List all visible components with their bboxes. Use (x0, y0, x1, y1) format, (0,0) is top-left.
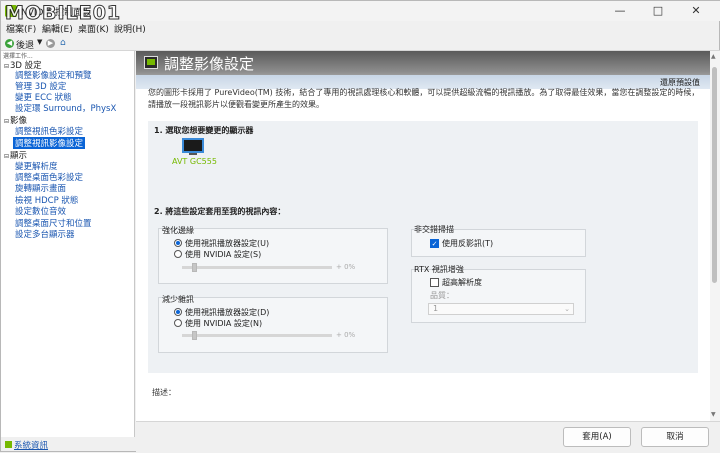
description-label: 描述： (152, 388, 176, 397)
tree-item[interactable]: 設定環 Surround，PhysX (15, 102, 116, 114)
menu-bar: 檔案(F) 編輯(E) 桌面(K) 說明(H) (1, 21, 720, 35)
noise-slider-thumb[interactable] (192, 331, 197, 340)
quality-label: 品質： (430, 291, 454, 300)
chevron-down-icon[interactable]: ⌄ (564, 304, 570, 314)
inverse-telecine-checkbox[interactable]: ✓ (430, 239, 439, 248)
noise-player-radio[interactable] (174, 308, 182, 316)
noise-player-option[interactable]: 使用視訊播放器設定(D) (185, 307, 269, 318)
tree-item[interactable]: 設定數位音效 (15, 205, 66, 217)
super-resolution-label[interactable]: 超高解析度 (442, 277, 482, 288)
forward-arrow-icon[interactable]: ▶ (46, 39, 55, 48)
quality-dropdown[interactable]: 1 ⌄ (428, 303, 574, 315)
home-icon[interactable]: ⌂ (60, 38, 70, 48)
deinterlace-label: 非交錯掃描 (414, 225, 454, 234)
toolbar: ◀ 後退 ▼ ▶ ⌂ (1, 35, 720, 51)
scroll-up-icon[interactable]: ▲ (711, 53, 716, 60)
page-description: 您的圖形卡採用了 PureVideo(TM) 技術，結合了專用的視訊處理核心和軟… (148, 88, 700, 109)
app-window: NVIDIA 控制面板 MOBILE01 — □ ✕ 檔案(F) 編輯(E) 桌… (0, 0, 720, 453)
menu-file[interactable]: 檔案(F) (6, 22, 36, 35)
page-title: 調整影像設定 (164, 55, 255, 73)
maximize-button[interactable]: □ (641, 1, 675, 21)
tree-item[interactable]: 調整視訊色彩設定 (15, 125, 83, 137)
close-button[interactable]: ✕ (679, 1, 713, 21)
back-arrow-icon[interactable]: ◀ (5, 39, 14, 48)
menu-help[interactable]: 說明(H) (114, 22, 146, 35)
monitor-stand (189, 153, 197, 155)
menu-desktop[interactable]: 桌面(K) (78, 22, 109, 35)
edge-nvidia-option[interactable]: 使用 NVIDIA 設定(S) (185, 249, 261, 260)
back-button[interactable]: 後退 (16, 38, 34, 51)
tree-item[interactable]: 旋轉顯示畫面 (15, 182, 66, 194)
noise-slider-track[interactable] (182, 334, 332, 337)
edge-slider-thumb[interactable] (192, 263, 197, 272)
tree-item[interactable]: 設定多台顯示器 (15, 228, 75, 240)
footer-bar: 套用(A) 取消 (136, 421, 720, 453)
edge-player-radio[interactable] (174, 239, 182, 247)
noise-slider-value: + 0% (336, 331, 356, 339)
edge-nvidia-radio[interactable] (174, 250, 182, 258)
monitor-name[interactable]: AVT GC555 (172, 157, 217, 166)
cancel-button[interactable]: 取消 (641, 427, 709, 447)
edge-enhancement-label: 強化邊緣 (162, 226, 194, 235)
noise-nvidia-radio[interactable] (174, 319, 182, 327)
tree-item-selected[interactable]: 調整視訊影像設定 (13, 137, 86, 149)
noise-reduction-label: 減少雜訊 (162, 295, 194, 304)
minimize-button[interactable]: — (603, 1, 637, 21)
task-tree: 選擇工作... ⊟3D 設定 調整影像設定和預覽 管理 3D 設定 變更 ECC… (1, 51, 135, 437)
rtx-enhancement-label: RTX 視訊增強 (414, 265, 464, 274)
system-info-icon (5, 441, 12, 448)
title-bar: NVIDIA 控制面板 MOBILE01 — □ ✕ (1, 1, 720, 25)
monitor-icon[interactable] (182, 138, 204, 153)
apply-button[interactable]: 套用(A) (563, 427, 631, 447)
menu-edit[interactable]: 編輯(E) (42, 22, 73, 35)
page-icon (144, 56, 158, 69)
edge-player-option[interactable]: 使用視訊播放器設定(U) (185, 238, 269, 249)
edge-slider-value: + 0% (336, 263, 356, 271)
quality-value: 1 (433, 304, 439, 313)
section-apply-settings: 2. 將這些設定套用至我的視訊內容： (154, 207, 286, 216)
inverse-telecine-label[interactable]: 使用反影訊(T) (442, 238, 493, 249)
vertical-scrollbar[interactable]: ▲ ▼ (710, 51, 720, 421)
scroll-thumb[interactable] (712, 67, 717, 283)
chevron-down-icon[interactable]: ▼ (37, 38, 42, 46)
content-pane: 調整影像設定 還原預設值 您的圖形卡採用了 PureVideo(TM) 技術，結… (136, 51, 710, 421)
system-info-link[interactable]: 系統資訊 (14, 439, 48, 451)
scroll-down-icon[interactable]: ▼ (711, 411, 716, 418)
edge-slider-track[interactable] (182, 266, 332, 269)
super-resolution-checkbox[interactable] (430, 278, 439, 287)
noise-nvidia-option[interactable]: 使用 NVIDIA 設定(N) (185, 318, 262, 329)
section-select-display: 1. 選取您想要變更的顯示器 (154, 126, 254, 135)
